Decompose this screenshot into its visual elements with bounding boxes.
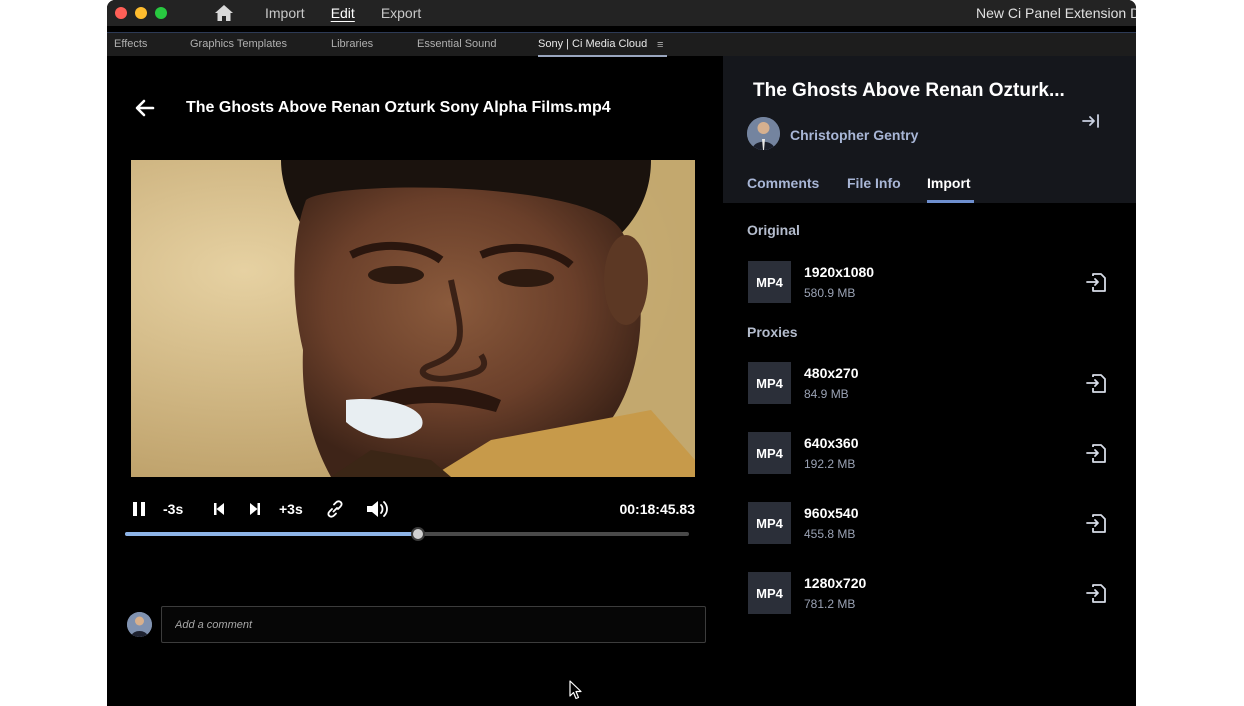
resolution: 1920x1080 (804, 264, 875, 280)
close-window-button[interactable] (115, 7, 127, 19)
next-frame-icon[interactable] (247, 498, 263, 520)
import-file-icon[interactable] (1086, 372, 1108, 394)
tab-sony-ci-media-cloud[interactable]: Sony | Ci Media Cloud (538, 38, 647, 50)
window-controls (115, 7, 167, 19)
resolution: 1280x720 (804, 575, 867, 591)
home-icon[interactable] (214, 4, 234, 22)
format-badge: MP4 (748, 261, 791, 303)
file-size: 192.2 MB (804, 457, 856, 471)
active-tab-indicator (927, 200, 974, 203)
import-file-icon[interactable] (1086, 582, 1108, 604)
asset-title: The Ghosts Above Renan Ozturk... (753, 80, 1065, 101)
title-bar: Import Edit Export New Ci Panel Extensio… (107, 0, 1136, 26)
proxies-section-label: Proxies (747, 324, 798, 340)
owner-avatar (747, 117, 780, 150)
import-file-icon[interactable] (1086, 442, 1108, 464)
file-size: 781.2 MB (804, 597, 856, 611)
file-row-proxy: MP4 1280x720 781.2 MB (748, 572, 1108, 616)
owner-name[interactable]: Christopher Gentry (790, 127, 918, 143)
file-row-proxy: MP4 960x540 455.8 MB (748, 502, 1108, 546)
file-size: 84.9 MB (804, 387, 849, 401)
skip-back-button[interactable]: -3s (163, 498, 183, 520)
avatar (127, 612, 152, 637)
seek-bar-handle[interactable] (411, 527, 426, 541)
tab-file-info[interactable]: File Info (847, 175, 901, 191)
minimize-window-button[interactable] (135, 7, 147, 19)
file-row-original: MP4 1920x1080 580.9 MB (748, 261, 1108, 305)
menu-import[interactable]: Import (265, 5, 305, 21)
app-title: New Ci Panel Extension De (976, 5, 1136, 21)
file-row-proxy: MP4 480x270 84.9 MB (748, 362, 1108, 406)
skip-forward-button[interactable]: +3s (279, 498, 303, 520)
format-badge: MP4 (748, 362, 791, 404)
menu-edit[interactable]: Edit (331, 5, 355, 21)
file-size: 580.9 MB (804, 286, 856, 300)
volume-icon[interactable] (365, 498, 391, 520)
exit-panel-icon[interactable] (1081, 112, 1101, 130)
import-file-icon[interactable] (1086, 271, 1108, 293)
panel-menu-icon[interactable]: ≡ (657, 39, 663, 51)
active-tab-indicator (538, 55, 667, 57)
comment-input[interactable] (161, 606, 706, 643)
workspace-menu: Import Edit Export (265, 0, 447, 26)
seek-bar-progress (125, 532, 419, 536)
file-row-proxy: MP4 640x360 192.2 MB (748, 432, 1108, 476)
seek-bar[interactable] (125, 527, 689, 541)
tab-libraries[interactable]: Libraries (331, 38, 373, 50)
resolution: 960x540 (804, 505, 859, 521)
zoom-window-button[interactable] (155, 7, 167, 19)
tab-essential-sound[interactable]: Essential Sound (417, 38, 497, 50)
player-controls: -3s +3s 00:18:45.83 (129, 498, 695, 520)
format-badge: MP4 (748, 502, 791, 544)
video-frame-image (131, 160, 695, 477)
original-section-label: Original (747, 222, 800, 238)
app-window: Import Edit Export New Ci Panel Extensio… (107, 0, 1136, 706)
import-file-icon[interactable] (1086, 512, 1108, 534)
previous-frame-icon[interactable] (211, 498, 227, 520)
video-title: The Ghosts Above Renan Ozturk Sony Alpha… (186, 99, 611, 116)
menu-export[interactable]: Export (381, 5, 421, 21)
resolution: 640x360 (804, 435, 859, 451)
file-size: 455.8 MB (804, 527, 856, 541)
format-badge: MP4 (748, 572, 791, 614)
video-frame[interactable] (131, 160, 695, 477)
tab-import[interactable]: Import (927, 175, 971, 191)
resolution: 480x270 (804, 365, 859, 381)
link-icon[interactable] (325, 498, 345, 520)
tab-comments[interactable]: Comments (747, 175, 819, 191)
format-badge: MP4 (748, 432, 791, 474)
asset-details-header: The Ghosts Above Renan Ozturk... Christo… (723, 56, 1136, 203)
tab-graphics-templates[interactable]: Graphics Templates (190, 38, 287, 50)
back-arrow-icon[interactable] (135, 98, 155, 118)
panel-tab-bar: Effects Graphics Templates Libraries Ess… (107, 32, 1136, 57)
timecode: 00:18:45.83 (619, 501, 695, 517)
mouse-cursor-icon (569, 680, 582, 700)
tab-effects[interactable]: Effects (114, 38, 147, 50)
pause-icon[interactable] (131, 498, 147, 520)
